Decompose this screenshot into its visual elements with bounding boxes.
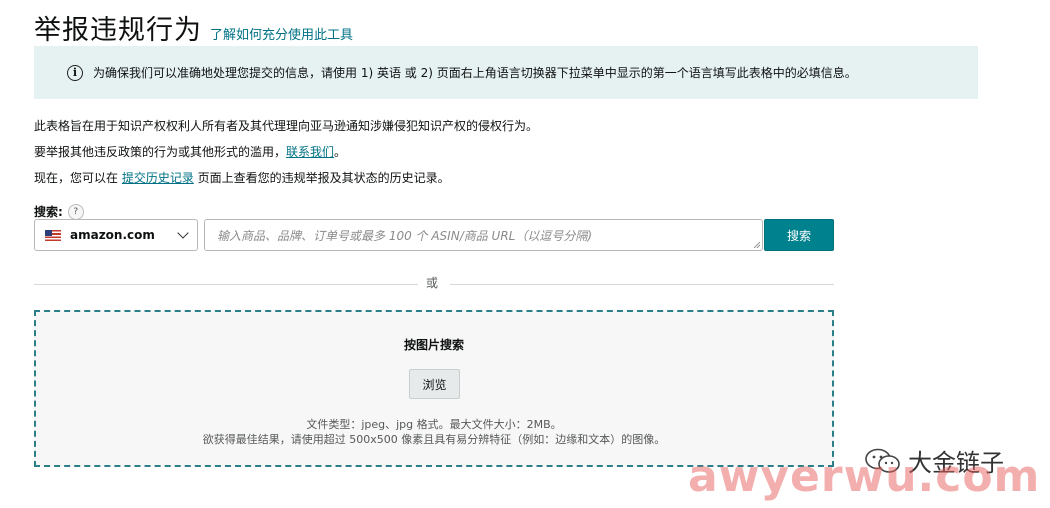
language-notice: i 为确保我们可以准确地处理您提交的信息，请使用 1) 英语 或 2) 页面右上…	[34, 46, 978, 99]
intro-line-2-prefix: 要举报其他违反政策的行为或其他形式的滥用，	[34, 145, 287, 159]
marketplace-value: amazon.com	[70, 228, 155, 242]
or-separator: 或	[426, 276, 439, 290]
resize-handle-icon[interactable]	[754, 242, 760, 248]
help-link[interactable]: 了解如何充分使用此工具	[210, 24, 353, 43]
us-flag-icon	[45, 229, 61, 241]
chevron-down-icon	[177, 227, 189, 239]
intro-line-2: 要举报其他违反政策的行为或其他形式的滥用，联系我们。	[34, 143, 346, 160]
search-label-text: 搜索:	[34, 205, 63, 219]
page-title: 举报违规行为	[34, 15, 202, 46]
browse-button[interactable]: 浏览	[409, 369, 460, 399]
submission-history-link[interactable]: 提交历史记录	[122, 171, 194, 185]
page-header: 举报违规行为 了解如何充分使用此工具	[34, 8, 353, 47]
marketplace-select[interactable]: amazon.com	[34, 219, 198, 251]
info-icon: i	[67, 64, 83, 81]
help-question-icon[interactable]: ?	[67, 203, 84, 220]
intro-line-3-suffix: 页面上查看您的违规举报及其状态的历史记录。	[193, 171, 450, 185]
search-input-placeholder: 输入商品、品牌、订单号或最多 100 个 ASIN/商品 URL（以逗号分隔)	[217, 228, 593, 243]
divider-right	[450, 284, 834, 285]
image-drop-zone[interactable]: 按图片搜索 浏览 文件类型：jpeg、jpg 格式。最大文件大小：2MB。 欲获…	[34, 310, 834, 467]
language-notice-text: 为确保我们可以准确地处理您提交的信息，请使用 1) 英语 或 2) 页面右上角语…	[93, 66, 857, 80]
intro-line-1: 此表格旨在用于知识产权权利人所有者及其代理理向亚马逊通知涉嫌侵犯知识产权的侵权行…	[34, 119, 539, 133]
intro-line-2-suffix: 。	[334, 145, 347, 159]
file-type-hint: 文件类型：jpeg、jpg 格式。最大文件大小：2MB。	[306, 418, 562, 431]
intro-line-3-prefix: 现在，您可以在	[34, 171, 122, 185]
search-input[interactable]: 输入商品、品牌、订单号或最多 100 个 ASIN/商品 URL（以逗号分隔)	[204, 219, 763, 251]
image-search-title: 按图片搜索	[403, 338, 464, 352]
divider-left	[34, 284, 418, 285]
watermark-url: awyerwu.com	[688, 451, 1041, 502]
search-button[interactable]: 搜索	[764, 219, 834, 251]
search-label: 搜索: ?	[34, 203, 84, 220]
contact-us-link[interactable]: 联系我们	[286, 145, 334, 159]
intro-line-3: 现在，您可以在 提交历史记录 页面上查看您的违规举报及其状态的历史记录。	[34, 169, 450, 186]
image-quality-hint: 欲获得最佳结果，请使用超过 500x500 像素且具有易分辨特征（例如：边缘和文…	[202, 433, 666, 446]
